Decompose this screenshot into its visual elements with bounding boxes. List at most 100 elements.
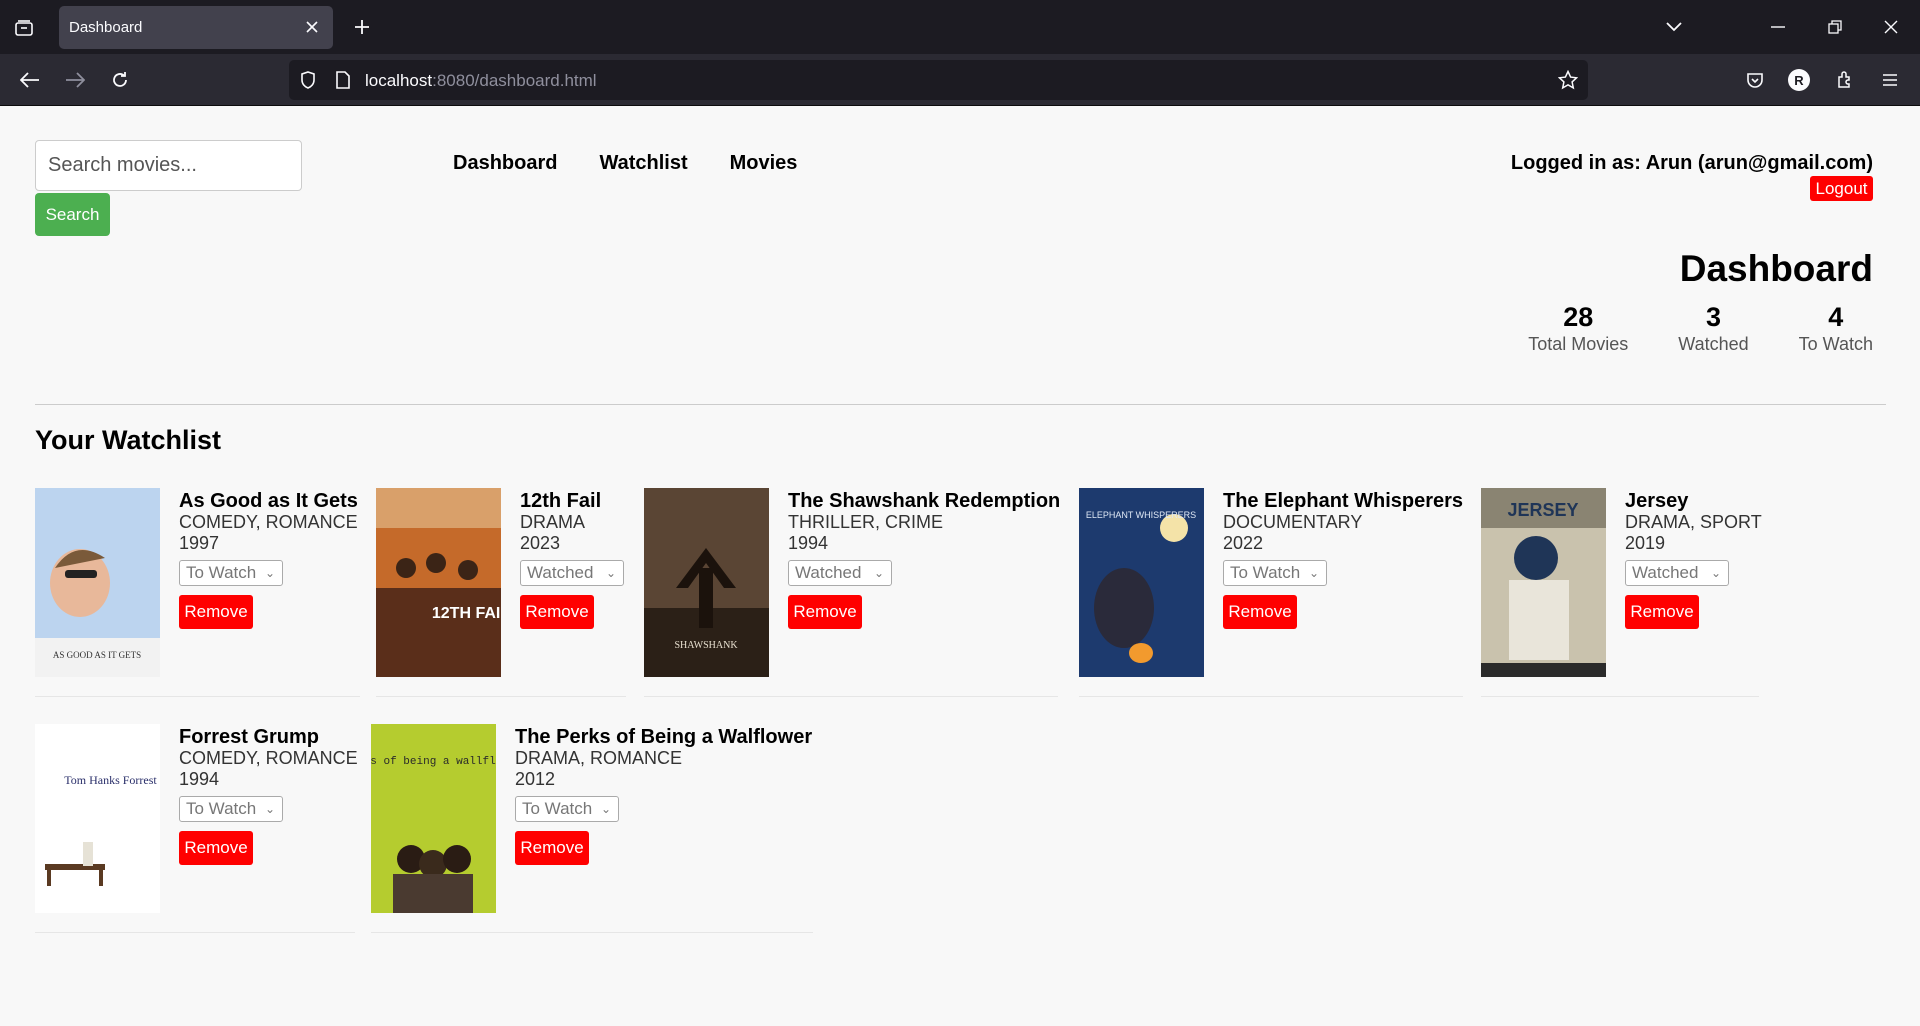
forward-icon[interactable]	[61, 66, 89, 94]
url-text[interactable]: localhost:8080/dashboard.html	[365, 71, 597, 91]
stat-value: 4	[1828, 302, 1844, 332]
movie-poster[interactable]: Tom Hanks Forrest Gump	[35, 724, 160, 913]
movie-card: SHAWSHANK The Shawshank Redemption THRIL…	[644, 488, 1060, 697]
movie-info: The Perks of Being a Walflower DRAMA, RO…	[515, 726, 812, 865]
dashboard-title: Dashboard	[1679, 248, 1873, 289]
url-path: :8080/dashboard.html	[432, 71, 597, 90]
movie-info: The Shawshank Redemption THRILLER, CRIME…	[788, 490, 1060, 629]
page-content: Search Dashboard Watchlist Movies Logged…	[0, 106, 1920, 1026]
close-window-icon[interactable]	[1878, 14, 1904, 40]
movie-genre: DRAMA, ROMANCE	[515, 748, 683, 768]
movie-title: Jersey	[1625, 490, 1689, 512]
pocket-icon[interactable]	[1741, 66, 1769, 94]
chevron-down-icon: ⌄	[1308, 566, 1319, 580]
reload-icon[interactable]	[106, 66, 134, 94]
movie-title: The Perks of Being a Walflower	[515, 726, 813, 748]
stats-panel: 28 Total Movies 3 Watched 4 To Watch	[1528, 302, 1873, 356]
page-icon[interactable]	[331, 68, 355, 92]
tab-list-icon[interactable]	[10, 14, 38, 42]
movie-poster[interactable]: 12TH FAIL	[376, 488, 501, 677]
status-value: To Watch	[1230, 563, 1301, 582]
nav-dashboard[interactable]: Dashboard	[453, 152, 557, 175]
stat-total-movies: 28 Total Movies	[1528, 302, 1628, 356]
status-select[interactable]: To Watch ⌄	[179, 796, 283, 822]
status-select[interactable]: Watched ⌄	[1625, 560, 1729, 586]
address-bar[interactable]: localhost:8080/dashboard.html	[289, 60, 1588, 100]
back-icon[interactable]	[16, 66, 44, 94]
extensions-icon[interactable]	[1831, 66, 1859, 94]
movie-info: As Good as It Gets COMEDY, ROMANCE 1997 …	[179, 490, 358, 629]
movie-poster[interactable]: ELEPHANT WHISPERERS	[1079, 488, 1204, 677]
account-initial: R	[1788, 69, 1810, 91]
restore-icon[interactable]	[1822, 14, 1848, 40]
bookmark-star-icon[interactable]	[1556, 68, 1580, 92]
movie-poster[interactable]: perks of being a wallflower	[371, 724, 496, 913]
nav-movies[interactable]: Movies	[730, 152, 798, 175]
svg-text:ELEPHANT WHISPERERS: ELEPHANT WHISPERERS	[1086, 510, 1196, 520]
menu-icon[interactable]	[1876, 66, 1904, 94]
svg-text:Tom Hanks Forrest Gump: Tom Hanks Forrest Gump	[64, 773, 160, 787]
movie-title: The Shawshank Redemption	[788, 490, 1061, 512]
logged-in-user: Logged in as: Arun (arun@gmail.com)	[1510, 152, 1873, 174]
chevron-down-icon: ⌄	[605, 566, 616, 580]
movie-poster[interactable]: JERSEY	[1481, 488, 1606, 677]
movie-genre: COMEDY, ROMANCE	[179, 748, 358, 768]
chevron-down-icon: ⌄	[264, 566, 275, 580]
movie-title: As Good as It Gets	[179, 490, 358, 512]
movie-info: Jersey DRAMA, SPORT 2019 Watched ⌄ Remove	[1625, 490, 1762, 629]
chevron-down-icon: ⌄	[600, 802, 611, 816]
svg-text:12TH FAIL: 12TH FAIL	[432, 605, 501, 622]
movie-info: Forrest Grump COMEDY, ROMANCE 1994 To Wa…	[179, 726, 358, 865]
movie-poster[interactable]: SHAWSHANK	[644, 488, 769, 677]
section-divider	[35, 404, 1886, 405]
shield-icon[interactable]	[296, 68, 320, 92]
movie-card: perks of being a wallflower The Perks of…	[371, 724, 813, 933]
list-all-tabs-icon[interactable]	[1661, 14, 1687, 40]
status-select[interactable]: To Watch ⌄	[179, 560, 283, 586]
stat-value: 28	[1563, 302, 1594, 332]
movie-info: 12th Fail DRAMA 2023 Watched ⌄ Remove	[520, 490, 624, 629]
movie-card: AS GOOD AS IT GETS As Good as It Gets CO…	[35, 488, 360, 697]
remove-button[interactable]: Remove	[515, 831, 589, 865]
remove-button[interactable]: Remove	[520, 595, 594, 629]
chevron-down-icon: ⌄	[264, 802, 275, 816]
remove-button[interactable]: Remove	[179, 595, 253, 629]
minimize-icon[interactable]	[1765, 14, 1791, 40]
search-button[interactable]: Search	[35, 193, 110, 236]
new-tab-icon[interactable]	[349, 14, 375, 40]
status-value: To Watch	[522, 799, 593, 818]
search-input[interactable]	[35, 140, 302, 191]
stat-to-watch: 4 To Watch	[1799, 302, 1873, 356]
logout-button[interactable]: Logout	[1810, 176, 1873, 201]
movie-poster[interactable]: AS GOOD AS IT GETS	[35, 488, 160, 677]
stat-watched: 3 Watched	[1678, 302, 1748, 356]
stat-label: To Watch	[1798, 334, 1873, 354]
status-value: To Watch	[186, 563, 257, 582]
movie-title: 12th Fail	[520, 490, 602, 512]
svg-text:AS GOOD AS IT GETS: AS GOOD AS IT GETS	[53, 650, 141, 660]
movie-genre: DRAMA	[520, 512, 586, 532]
status-select[interactable]: To Watch ⌄	[515, 796, 619, 822]
nav-watchlist[interactable]: Watchlist	[599, 152, 687, 175]
movie-year: 1997	[179, 533, 220, 553]
remove-button[interactable]: Remove	[1223, 595, 1297, 629]
tab-close-icon[interactable]	[299, 14, 325, 40]
stat-label: Total Movies	[1528, 334, 1629, 354]
status-value: To Watch	[186, 799, 257, 818]
movie-genre: DOCUMENTARY	[1223, 512, 1363, 532]
remove-button[interactable]: Remove	[788, 595, 862, 629]
watchlist-title: Your Watchlist	[35, 425, 222, 455]
movie-year: 1994	[179, 769, 220, 789]
movie-card: 12TH FAIL 12th Fail DRAMA 2023 Watched ⌄ …	[376, 488, 626, 697]
movie-year: 2022	[1223, 533, 1264, 553]
status-select[interactable]: Watched ⌄	[788, 560, 892, 586]
browser-tab[interactable]: Dashboard	[59, 6, 333, 49]
remove-button[interactable]: Remove	[179, 831, 253, 865]
status-value: Watched	[795, 563, 862, 582]
remove-button[interactable]: Remove	[1625, 595, 1699, 629]
chevron-down-icon: ⌄	[873, 566, 884, 580]
status-select[interactable]: Watched ⌄	[520, 560, 624, 586]
account-avatar-icon[interactable]: R	[1785, 66, 1813, 94]
status-value: Watched	[1632, 563, 1699, 582]
status-select[interactable]: To Watch ⌄	[1223, 560, 1327, 586]
